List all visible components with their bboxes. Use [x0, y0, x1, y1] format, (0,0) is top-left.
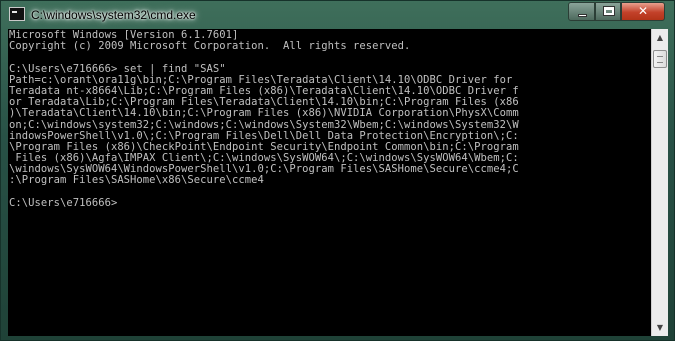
console-line: :\Program Files\SASHome\x86\Secure\ccme4 — [9, 174, 264, 187]
console-text: Microsoft Windows [Version 6.1.7601] Copy… — [9, 29, 519, 209]
console-line: Copyright (c) 2009 Microsoft Corporation… — [9, 40, 411, 53]
console-icon[interactable] — [9, 7, 25, 21]
scroll-up-arrow-icon[interactable]: ▲ — [652, 29, 668, 46]
vertical-scrollbar[interactable]: ▲ ▼ — [651, 29, 668, 336]
scrollbar-thumb[interactable] — [653, 50, 667, 68]
maximize-button[interactable] — [595, 2, 621, 21]
console-line: C:\Users\e716666> — [9, 196, 118, 209]
close-button[interactable]: ✕ — [621, 2, 665, 21]
console-output[interactable]: Microsoft Windows [Version 6.1.7601] Copy… — [8, 29, 651, 336]
console-line: on;C:\windows\system32;C:\windows;C:\win… — [9, 118, 519, 131]
scroll-down-arrow-icon[interactable]: ▼ — [652, 319, 668, 336]
window-title: C:\windows\system32\cmd.exe — [31, 8, 196, 22]
cmd-window: C:\windows\system32\cmd.exe ✕ Microsoft … — [0, 0, 675, 341]
title-bar[interactable]: C:\windows\system32\cmd.exe ✕ — [1, 1, 675, 29]
console-line: )\Teradata\Client\14.10\bin;C:\Program F… — [9, 107, 519, 120]
minimize-button[interactable] — [568, 2, 595, 21]
